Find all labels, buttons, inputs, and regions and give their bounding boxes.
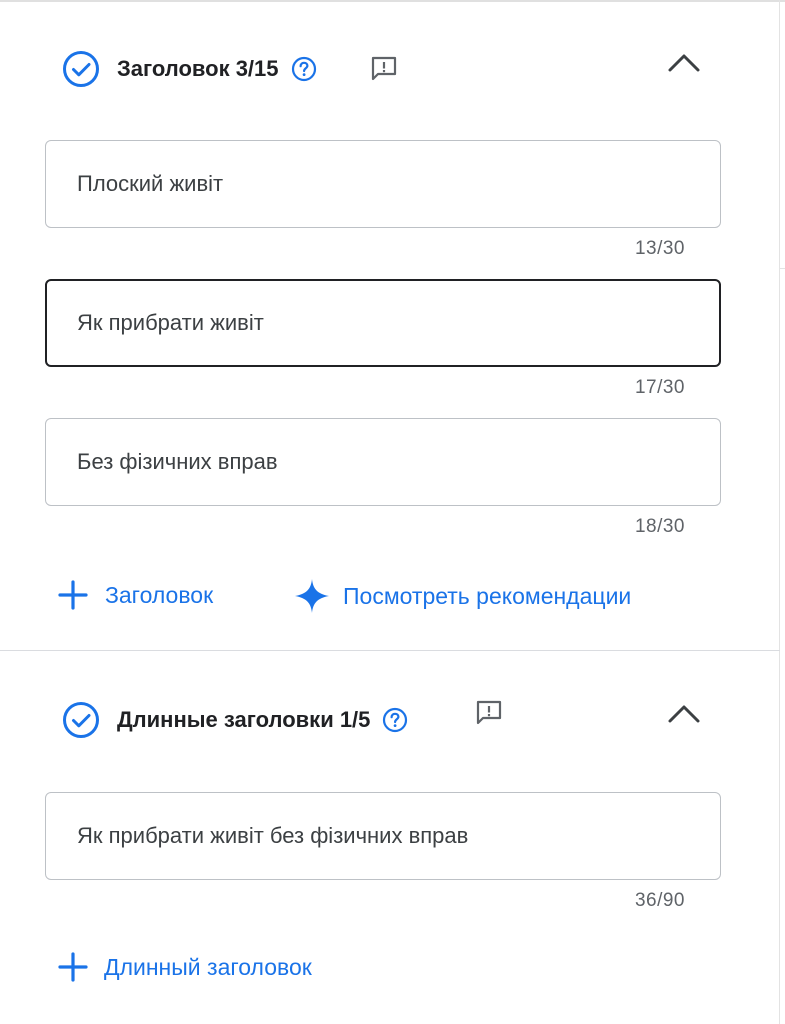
- headline-field-3[interactable]: [45, 418, 721, 506]
- right-border-tick: [780, 268, 785, 269]
- char-counter: 17/30: [634, 377, 685, 398]
- feedback-icon[interactable]: [370, 55, 398, 83]
- check-circle-icon: [62, 701, 100, 739]
- chevron-up-icon[interactable]: [666, 702, 702, 726]
- long-headlines-header: Длинные заголовки 1/5: [62, 701, 408, 739]
- view-recommendations-button[interactable]: Посмотреть рекомендации: [294, 578, 631, 614]
- check-circle-icon: [62, 50, 100, 88]
- char-counter: 36/90: [634, 890, 685, 911]
- chevron-up-icon[interactable]: [666, 51, 702, 75]
- headline-input-3[interactable]: [77, 419, 677, 505]
- headlines-header: Заголовок 3/15: [62, 50, 317, 88]
- headline-input-2[interactable]: [77, 281, 677, 365]
- add-long-headline-button[interactable]: Длинный заголовок: [58, 952, 312, 982]
- help-icon[interactable]: [291, 56, 317, 82]
- headline-input-1[interactable]: [77, 141, 677, 227]
- add-headline-button[interactable]: Заголовок: [58, 580, 213, 610]
- headline-field-1[interactable]: [45, 140, 721, 228]
- feedback-icon[interactable]: [475, 699, 503, 727]
- plus-icon: [58, 580, 88, 610]
- long-headlines-section: Длинные заголовки 1/5 36/90 Дли: [0, 651, 780, 1024]
- headlines-section: Заголовок 3/15 13/30 17/30 18/30: [0, 0, 780, 650]
- headline-field-2[interactable]: [45, 279, 721, 367]
- sparkle-icon: [294, 578, 330, 614]
- char-counter: 13/30: [634, 238, 685, 259]
- view-recommendations-label: Посмотреть рекомендации: [343, 582, 632, 609]
- plus-icon: [58, 952, 88, 982]
- long-headline-input-1[interactable]: [77, 793, 677, 879]
- char-counter: 18/30: [634, 516, 685, 537]
- add-long-headline-label: Длинный заголовок: [104, 953, 312, 980]
- section-title: Заголовок 3/15: [117, 56, 279, 81]
- help-icon[interactable]: [382, 707, 408, 733]
- add-headline-label: Заголовок: [105, 581, 214, 608]
- section-title: Длинные заголовки 1/5: [117, 707, 371, 732]
- long-headline-field-1[interactable]: [45, 792, 721, 880]
